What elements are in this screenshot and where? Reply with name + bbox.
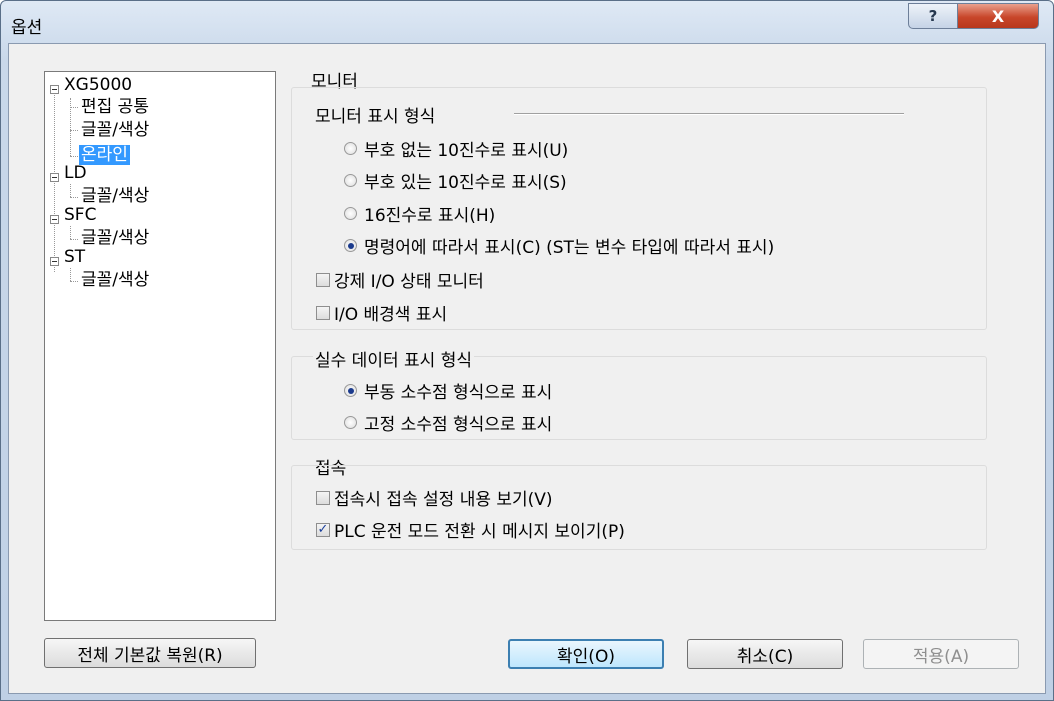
- radio-floating-point[interactable]: 부동 소수점 형식으로 표시: [344, 378, 552, 403]
- tree-line: [70, 268, 71, 281]
- collapse-icon[interactable]: [50, 173, 59, 182]
- help-button[interactable]: ?: [908, 3, 958, 29]
- checkbox-box: [316, 305, 330, 320]
- checkbox-label: 강제 I/O 상태 모니터: [334, 272, 484, 292]
- radio-indicator-selected: [344, 384, 357, 397]
- tree-line: [70, 197, 78, 198]
- tree-item-sfc-font-color[interactable]: 글꼴/색상: [81, 228, 149, 248]
- radio-label: 명령어에 따라서 표시(C) (ST는 변수 타입에 따라서 표시): [364, 238, 775, 258]
- checkbox-mode-change-message[interactable]: ✓ PLC 운전 모드 전환 시 메시지 보이기(P): [316, 517, 625, 542]
- radio-unsigned-decimal[interactable]: 부호 없는 10진수로 표시(U): [344, 136, 568, 161]
- radio-by-instruction[interactable]: 명령어에 따라서 표시(C) (ST는 변수 타입에 따라서 표시): [344, 233, 774, 258]
- radio-indicator: [344, 142, 357, 155]
- tree-item-ld-font-color[interactable]: 글꼴/색상: [81, 186, 149, 206]
- restore-defaults-button[interactable]: 전체 기본값 복원(R): [44, 638, 256, 668]
- tree-item-st[interactable]: ST: [64, 247, 85, 267]
- tree-line: [70, 281, 78, 282]
- real-format-title: 실수 데이터 표시 형식: [313, 346, 474, 371]
- radio-indicator: [344, 207, 357, 220]
- collapse-icon[interactable]: [50, 215, 59, 224]
- radio-label: 16진수로 표시(H): [364, 206, 496, 226]
- monitor-format-title: 모니터 표시 형식: [313, 102, 438, 127]
- tree-line: [70, 130, 78, 131]
- radio-label: 부호 있는 10진수로 표시(S): [364, 173, 567, 193]
- ok-button[interactable]: 확인(O): [508, 639, 664, 669]
- tree-line: [70, 156, 78, 157]
- radio-fixed-point[interactable]: 고정 소수점 형식으로 표시: [344, 410, 552, 435]
- collapse-icon[interactable]: [50, 85, 59, 94]
- window-title: 옵션: [11, 18, 43, 38]
- tree-item-edit-common[interactable]: 편집 공통: [81, 97, 149, 117]
- tree-line: [70, 107, 78, 108]
- close-button[interactable]: X: [957, 3, 1039, 29]
- checkbox-label: 접속시 접속 설정 내용 보기(V): [334, 490, 553, 510]
- dialog-body: XG5000 편집 공통 글꼴/색상 온라인 LD 글꼴/색상 SFC 글꼴/색…: [8, 43, 1046, 694]
- radio-indicator-selected: [344, 239, 357, 252]
- tree-item-sfc[interactable]: SFC: [64, 205, 96, 225]
- options-dialog: 옵션 ? X XG5000 편집 공통 글꼴/색상 온라인 LD 글꼴/색상 S…: [0, 0, 1054, 701]
- cancel-button[interactable]: 취소(C): [687, 639, 843, 669]
- separator: [514, 113, 904, 115]
- tree-line: [70, 239, 78, 240]
- checkbox-box: [316, 272, 330, 287]
- radio-label: 부동 소수점 형식으로 표시: [364, 383, 553, 403]
- tree-item-online[interactable]: 온라인: [79, 145, 130, 165]
- checkbox-label: PLC 운전 모드 전환 시 메시지 보이기(P): [334, 522, 625, 542]
- close-icon: X: [991, 6, 1005, 26]
- checkbox-label: I/O 배경색 표시: [334, 305, 448, 325]
- radio-label: 부호 없는 10진수로 표시(U): [364, 141, 569, 161]
- checkbox-io-background[interactable]: I/O 배경색 표시: [316, 300, 447, 325]
- checkbox-box-checked: ✓: [316, 522, 330, 537]
- tree-item-ld[interactable]: LD: [64, 163, 87, 183]
- radio-indicator: [344, 174, 357, 187]
- checkbox-force-io[interactable]: 강제 I/O 상태 모니터: [316, 267, 484, 292]
- radio-label: 고정 소수점 형식으로 표시: [364, 415, 553, 435]
- title-bar[interactable]: 옵션 ? X: [1, 1, 1053, 43]
- collapse-icon[interactable]: [50, 257, 59, 266]
- tree-item-online-label: 온라인: [79, 145, 130, 165]
- apply-button[interactable]: 적용(A): [863, 639, 1019, 669]
- radio-hex[interactable]: 16진수로 표시(H): [344, 201, 495, 226]
- options-tree[interactable]: XG5000 편집 공통 글꼴/색상 온라인 LD 글꼴/색상 SFC 글꼴/색…: [44, 71, 276, 621]
- radio-signed-decimal[interactable]: 부호 있는 10진수로 표시(S): [344, 168, 567, 193]
- tree-item-xg5000[interactable]: XG5000: [64, 75, 132, 95]
- tree-item-st-font-color[interactable]: 글꼴/색상: [81, 270, 149, 290]
- tree-line: [70, 226, 71, 239]
- radio-indicator: [344, 416, 357, 429]
- tree-item-font-color[interactable]: 글꼴/색상: [81, 120, 149, 140]
- tree-line: [70, 184, 71, 197]
- checkbox-box: [316, 490, 330, 505]
- help-icon: ?: [928, 7, 938, 25]
- checkbox-show-connection-settings[interactable]: 접속시 접속 설정 내용 보기(V): [316, 485, 553, 510]
